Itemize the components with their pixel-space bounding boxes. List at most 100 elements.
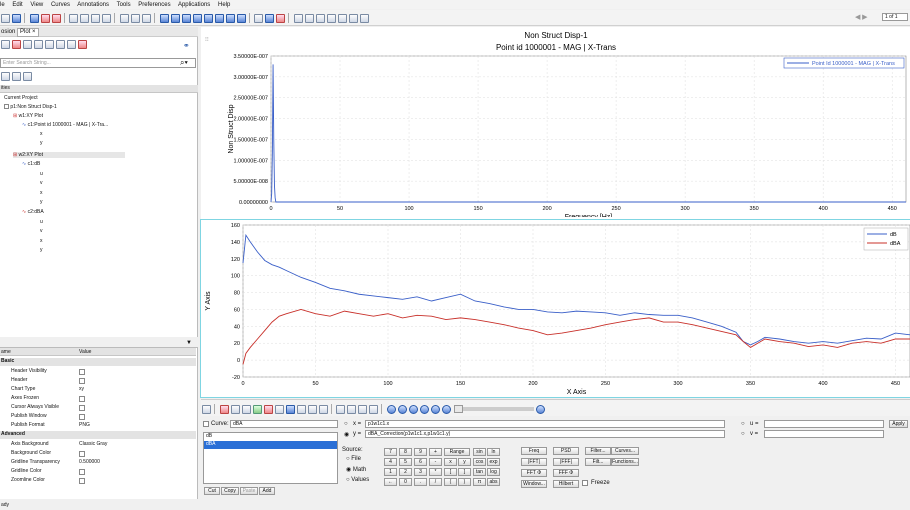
- rotate-3-icon[interactable]: [327, 13, 337, 23]
- curve-icon[interactable]: [12, 40, 21, 49]
- curve-math-icon[interactable]: [252, 404, 262, 414]
- property-row[interactable]: Header: [0, 377, 196, 385]
- page-layout-icon[interactable]: [29, 13, 39, 23]
- datum-icon[interactable]: [56, 40, 65, 49]
- function-key[interactable]: exp: [487, 458, 500, 466]
- function-key[interactable]: y: [458, 458, 471, 466]
- keypad-key[interactable]: 2: [399, 468, 412, 476]
- menu-applications[interactable]: Applications: [178, 2, 210, 8]
- tree-axis[interactable]: u: [40, 219, 43, 225]
- keypad-key[interactable]: /: [429, 478, 442, 486]
- v-expression-field[interactable]: [764, 430, 884, 438]
- property-value[interactable]: PNG: [79, 422, 90, 428]
- keypad-key[interactable]: .: [414, 478, 427, 486]
- function-key[interactable]: (: [444, 478, 457, 486]
- property-row[interactable]: Header Visibility: [0, 368, 196, 376]
- note-icon[interactable]: [45, 40, 54, 49]
- tree-window-2[interactable]: ⊞ w2:XY Plot: [13, 152, 125, 158]
- keypad-key[interactable]: 1: [384, 468, 397, 476]
- property-checkbox[interactable]: [79, 414, 85, 420]
- page-1-icon[interactable]: [159, 13, 169, 23]
- chart-bottom-window[interactable]: -200204060801001201401600 50 100 150 200 250 3…: [200, 219, 910, 398]
- function-key[interactable]: π: [473, 478, 486, 486]
- function-button[interactable]: Filt...: [585, 458, 611, 466]
- tree-window-1[interactable]: ⊞ w1:XY Plot: [13, 113, 43, 119]
- rotate-4-icon[interactable]: [338, 13, 348, 23]
- function-button[interactable]: FFF Φ: [553, 469, 579, 477]
- rotate-5-icon[interactable]: [349, 13, 359, 23]
- next-page-icon[interactable]: ▶: [862, 14, 867, 21]
- copy-icon[interactable]: [120, 13, 130, 23]
- property-row[interactable]: Publish Format PNG: [0, 422, 196, 430]
- keypad-key[interactable]: +: [429, 448, 442, 456]
- curve-name-field[interactable]: dBA: [230, 420, 338, 428]
- property-checkbox[interactable]: [79, 405, 85, 411]
- tree-curve-1[interactable]: ∿ c1:Point id 1000001 - MAG | X-Tra...: [22, 122, 108, 128]
- property-checkbox[interactable]: [79, 451, 85, 457]
- keypad-key[interactable]: 5: [399, 458, 412, 466]
- tree-axis[interactable]: x: [40, 131, 43, 137]
- function-key[interactable]: ]: [458, 468, 471, 476]
- collapse-icon[interactable]: [1, 72, 10, 81]
- sigma-icon[interactable]: [307, 404, 317, 414]
- curve-trim-icon[interactable]: [263, 404, 273, 414]
- freeze-checkbox[interactable]: [582, 480, 588, 486]
- report-icon[interactable]: [265, 13, 275, 23]
- function-key[interactable]: ln: [487, 448, 500, 456]
- property-row[interactable]: Gridline Color: [0, 468, 196, 476]
- cascade-icon[interactable]: [91, 13, 101, 23]
- keypad-key[interactable]: 7: [384, 448, 397, 456]
- capture-icon[interactable]: [360, 13, 370, 23]
- menu-preferences[interactable]: Preferences: [138, 2, 170, 8]
- property-value[interactable]: Classic Gray: [79, 441, 107, 447]
- function-button[interactable]: Curves...: [611, 447, 639, 455]
- chart-top-window[interactable]: Non Struct Disp-1 Point id 1000001 - MAG …: [201, 27, 910, 217]
- curve-edit-icon[interactable]: [219, 404, 229, 414]
- menu-curves[interactable]: Curves: [51, 2, 70, 8]
- page-4-icon[interactable]: [192, 13, 202, 23]
- keypad-key[interactable]: -: [429, 458, 442, 466]
- tree-curve-db[interactable]: ∿ c1:dB: [22, 161, 40, 167]
- function-key[interactable]: Range: [444, 448, 470, 456]
- cut-button[interactable]: Cut: [204, 487, 220, 495]
- source-math-radio[interactable]: ◉ Math: [346, 466, 366, 473]
- function-key[interactable]: tan: [473, 468, 486, 476]
- function-key[interactable]: [: [444, 468, 457, 476]
- page-5-icon[interactable]: [203, 13, 213, 23]
- link-icon[interactable]: ⚭: [183, 41, 190, 50]
- function-button[interactable]: Functions...: [611, 458, 639, 466]
- folder-icon[interactable]: [254, 13, 264, 23]
- apply-button[interactable]: Apply: [889, 420, 908, 428]
- function-button[interactable]: |FFT|: [521, 458, 547, 466]
- legend-icon[interactable]: [34, 40, 43, 49]
- menu-edit[interactable]: Edit: [12, 2, 22, 8]
- tile-icon[interactable]: [80, 13, 90, 23]
- function-button[interactable]: Freq: [521, 447, 547, 455]
- animation-back-icon[interactable]: [409, 404, 419, 414]
- animation-settings-icon[interactable]: [536, 404, 546, 414]
- page-8-icon[interactable]: [236, 13, 246, 23]
- filter-icon[interactable]: [1, 40, 10, 49]
- property-value[interactable]: xy: [79, 386, 84, 392]
- keypad-key[interactable]: 8: [399, 448, 412, 456]
- x-radio[interactable]: ○: [344, 421, 348, 427]
- u-expression-field[interactable]: [764, 420, 884, 428]
- rotate-2-icon[interactable]: [316, 13, 326, 23]
- page-icon[interactable]: [78, 40, 87, 49]
- save-icon[interactable]: [12, 13, 21, 23]
- redo-icon[interactable]: [51, 13, 61, 23]
- property-checkbox[interactable]: [79, 378, 85, 384]
- tree-axis[interactable]: x: [40, 190, 43, 196]
- data-table-icon[interactable]: [347, 404, 357, 414]
- curve-list-item[interactable]: dB: [204, 433, 337, 441]
- keypad-key[interactable]: 3: [414, 468, 427, 476]
- paste-button[interactable]: Paste: [240, 487, 258, 495]
- expand-icon[interactable]: [102, 13, 112, 23]
- keypad-key[interactable]: 4: [384, 458, 397, 466]
- property-row[interactable]: Gridline Transparency 0.500000: [0, 459, 196, 467]
- keypad-key[interactable]: ←: [384, 478, 397, 486]
- table-icon[interactable]: [336, 404, 346, 414]
- clear-icon[interactable]: [142, 13, 152, 23]
- window-icon[interactable]: [69, 13, 79, 23]
- tree-current-project[interactable]: Current Project: [4, 95, 38, 101]
